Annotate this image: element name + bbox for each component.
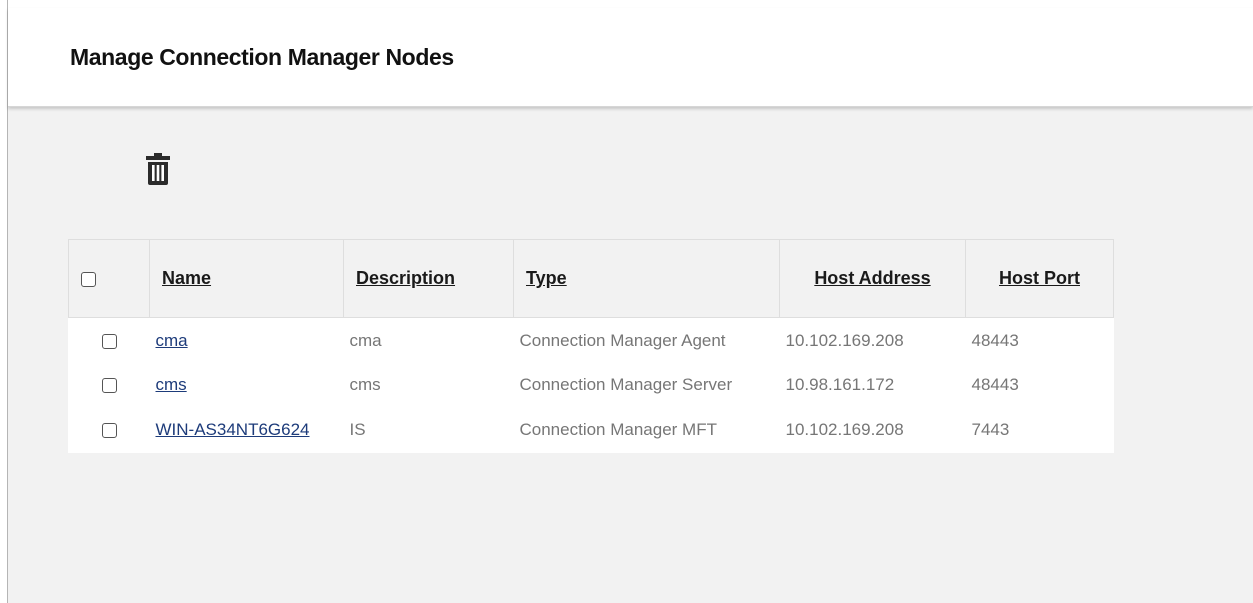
description-cell: cms [349,375,381,394]
row-checkbox[interactable] [101,423,117,439]
window-frame-top [0,0,1253,8]
host-address-cell: 10.98.161.172 [785,375,895,394]
column-header-label[interactable]: Type [526,268,567,288]
column-header-label[interactable]: Name [162,268,211,288]
name-cell: cma [150,318,344,363]
type-cell: Connection Manager Agent [519,331,726,351]
column-header-label[interactable]: Description [356,268,455,288]
row-select-cell [69,408,150,453]
type-cell: Connection Manager MFT [519,420,717,439]
host-address-cell: 10.102.169.208 [785,420,904,439]
window-frame-left [0,0,8,603]
page-header: Manage Connection Manager Nodes [8,8,1253,107]
name-cell: WIN-AS34NT6G624 [150,408,344,453]
row-select-cell [69,318,150,363]
name-cell: cms [150,363,344,408]
host-port-cell: 7443 [971,420,1010,439]
select-all-checkbox[interactable] [81,271,96,287]
row-select-cell [69,363,150,408]
column-header-description[interactable]: Description [343,239,514,318]
node-name-link[interactable]: cma [156,331,188,350]
row-checkbox[interactable] [101,378,117,394]
type-cell: Connection Manager Server [519,375,733,394]
description-cell: cma [349,331,382,351]
description-cell: IS [349,420,366,439]
host-port-cell: 48443 [971,331,1019,351]
column-header-type[interactable]: Type [513,239,780,318]
page-title: Manage Connection Manager Nodes [70,44,454,70]
column-header-host-port[interactable]: Host Port [965,239,1114,318]
nodes-table: Name Description Type Host Address Host … [68,239,1114,453]
trash-icon[interactable] [145,152,171,186]
column-header-name[interactable]: Name [149,239,344,318]
table-row: cms cms Connection Manager Server 10.98.… [69,363,1114,408]
column-header-label[interactable]: Host Address [814,268,930,288]
column-header-host-address[interactable]: Host Address [779,239,966,318]
column-header-label[interactable]: Host Port [999,268,1080,288]
node-name-link[interactable]: WIN-AS34NT6G624 [156,420,310,439]
table-header-row: Name Description Type Host Address Host … [68,239,1114,318]
row-checkbox[interactable] [101,334,117,350]
table-row: WIN-AS34NT6G624 IS Connection Manager MF… [69,408,1114,453]
host-address-cell: 10.102.169.208 [785,331,904,351]
select-all-header [68,239,150,318]
host-port-cell: 48443 [971,375,1019,394]
table-row: cma cma Connection Manager Agent 10.102.… [69,318,1114,363]
node-name-link[interactable]: cms [156,375,187,394]
